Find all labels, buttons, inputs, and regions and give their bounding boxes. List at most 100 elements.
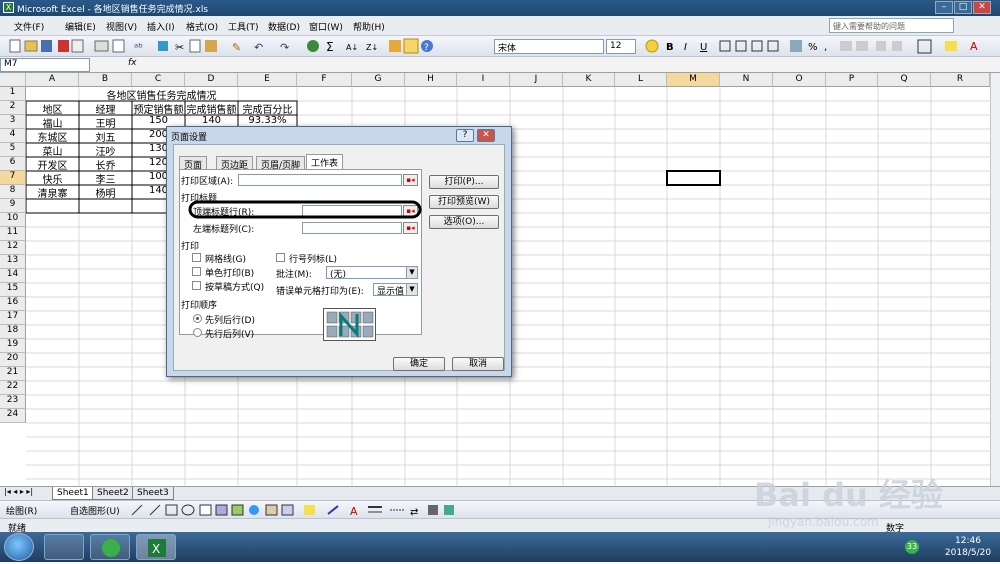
row-header[interactable]: 18	[0, 325, 26, 339]
menu-data[interactable]: 数据(D)	[268, 20, 300, 33]
column-header[interactable]: I	[457, 73, 510, 87]
row-header[interactable]: 11	[0, 227, 26, 241]
row-header[interactable]: 3	[0, 115, 26, 129]
row-header[interactable]: 2	[0, 101, 26, 115]
column-header[interactable]: Q	[878, 73, 931, 87]
row-header[interactable]: 13	[0, 255, 26, 269]
excel-task-icon[interactable]: X	[136, 534, 176, 560]
data-cell[interactable]: 李三	[79, 171, 132, 185]
media-player-icon[interactable]	[44, 534, 84, 560]
column-header[interactable]: A	[26, 73, 79, 87]
column-header[interactable]: H	[405, 73, 457, 87]
data-cell[interactable]: 长乔	[79, 157, 132, 171]
mono-checkbox[interactable]	[192, 267, 201, 276]
help-search-input[interactable]: 键入需要帮助的问题	[829, 18, 954, 33]
column-header[interactable]: J	[510, 73, 563, 87]
tab-nav-arrows-icon[interactable]: |◂ ◂ ▸ ▸|	[4, 487, 33, 496]
column-header[interactable]: P	[826, 73, 878, 87]
row-header[interactable]: 23	[0, 395, 26, 409]
font-name-select[interactable]: 宋体	[494, 39, 604, 54]
sheet-title-cell[interactable]: 各地区销售任务完成情况	[26, 87, 297, 101]
column-header[interactable]: B	[79, 73, 132, 87]
close-button[interactable]: ✕	[973, 1, 991, 14]
data-cell[interactable]: 开发区	[26, 157, 79, 171]
row-header[interactable]: 19	[0, 339, 26, 353]
menu-window[interactable]: 窗口(W)	[309, 20, 343, 33]
sheet-tab-2[interactable]: Sheet2	[92, 487, 134, 500]
data-cell[interactable]: 东城区	[26, 129, 79, 143]
menu-format[interactable]: 格式(O)	[186, 20, 218, 33]
standard-toolbar-icons[interactable]: ᵃᵇ ✂ ✎ ↶ ↷ Σ A↓ Z↓ ?	[0, 36, 490, 57]
down-then-over-radio[interactable]	[193, 314, 202, 323]
column-header[interactable]: D	[185, 73, 238, 87]
row-header[interactable]: 6	[0, 157, 26, 171]
menu-edit[interactable]: 编辑(E)	[65, 20, 96, 33]
row-header[interactable]: 21	[0, 367, 26, 381]
draw-menu[interactable]: 绘图(R)	[6, 504, 37, 517]
header-cell[interactable]: 完成销售额	[185, 101, 238, 115]
drawing-tools-icons[interactable]: A ⇄	[128, 502, 468, 518]
errors-select[interactable]: 显示值 ▼	[373, 283, 418, 297]
column-header[interactable]: C	[132, 73, 185, 87]
options-button[interactable]: 选项(O)...	[429, 215, 499, 229]
font-size-select[interactable]: 12	[606, 39, 636, 54]
row-header[interactable]: 9	[0, 199, 26, 213]
column-header[interactable]: F	[297, 73, 352, 87]
vertical-scrollbar[interactable]	[990, 73, 1000, 486]
left-cols-input[interactable]	[302, 222, 402, 234]
maximize-button[interactable]: □	[954, 1, 972, 14]
column-header[interactable]: N	[720, 73, 773, 87]
data-cell[interactable]: 杨明	[79, 185, 132, 199]
autoshape-menu[interactable]: 自选图形(U)	[70, 504, 120, 517]
print-preview-button[interactable]: 打印预览(W)	[429, 195, 499, 209]
tab-sheet[interactable]: 工作表	[306, 154, 344, 170]
start-button[interactable]	[4, 533, 34, 561]
name-box[interactable]: M7	[0, 58, 90, 72]
menu-help[interactable]: 帮助(H)	[353, 20, 385, 33]
column-header[interactable]: E	[238, 73, 297, 87]
tab-margins[interactable]: 页边距	[216, 156, 254, 171]
row-header[interactable]: 14	[0, 269, 26, 283]
sheet-tab-1[interactable]: Sheet1	[52, 487, 94, 500]
row-header[interactable]: 12	[0, 241, 26, 255]
row-header[interactable]: 15	[0, 283, 26, 297]
row-header[interactable]: 10	[0, 213, 26, 227]
row-header[interactable]: 24	[0, 409, 26, 423]
data-cell[interactable]: 福山	[26, 115, 79, 129]
header-cell[interactable]: 完成百分比	[238, 101, 297, 115]
row-header[interactable]: 7	[0, 171, 26, 185]
data-cell[interactable]: 刘五	[79, 129, 132, 143]
rowcol-checkbox[interactable]	[276, 253, 285, 262]
column-header[interactable]: L	[615, 73, 667, 87]
data-cell[interactable]: 王明	[79, 115, 132, 129]
app-green-icon[interactable]	[90, 534, 130, 560]
row-header[interactable]: 20	[0, 353, 26, 367]
header-cell[interactable]: 预定销售额	[132, 101, 185, 115]
row-header[interactable]: 4	[0, 129, 26, 143]
menu-file[interactable]: 文件(F)	[14, 20, 44, 33]
menu-tools[interactable]: 工具(T)	[228, 20, 259, 33]
row-header[interactable]: 1	[0, 87, 26, 101]
sheet-tab-3[interactable]: Sheet3	[132, 487, 174, 500]
range-picker-icon[interactable]: ▪◂	[403, 222, 418, 234]
print-area-input[interactable]	[238, 174, 402, 186]
tray-badge[interactable]: 33	[905, 540, 919, 554]
data-cell[interactable]: 清泉寨	[26, 185, 79, 199]
data-cell[interactable]: 菜山	[26, 143, 79, 157]
column-header[interactable]: R	[931, 73, 990, 87]
column-header[interactable]: G	[352, 73, 405, 87]
tab-page[interactable]: 页面	[179, 156, 208, 171]
row-header[interactable]: 8	[0, 185, 26, 199]
comments-select[interactable]: (无) ▼	[326, 266, 418, 280]
tab-header-footer[interactable]: 页眉/页脚	[256, 156, 306, 171]
dialog-close-button[interactable]: ✕	[477, 129, 495, 142]
fx-icon[interactable]: fx	[128, 58, 137, 68]
print-button[interactable]: 打印(P)...	[429, 175, 499, 189]
row-header[interactable]: 16	[0, 297, 26, 311]
data-cell[interactable]: 快乐	[26, 171, 79, 185]
data-cell[interactable]: 汪吵	[79, 143, 132, 157]
dialog-help-button[interactable]: ?	[456, 129, 474, 142]
cancel-button[interactable]: 取消	[452, 357, 504, 371]
column-header[interactable]: M	[667, 73, 720, 87]
range-picker-icon[interactable]: ▪◂	[403, 174, 418, 186]
